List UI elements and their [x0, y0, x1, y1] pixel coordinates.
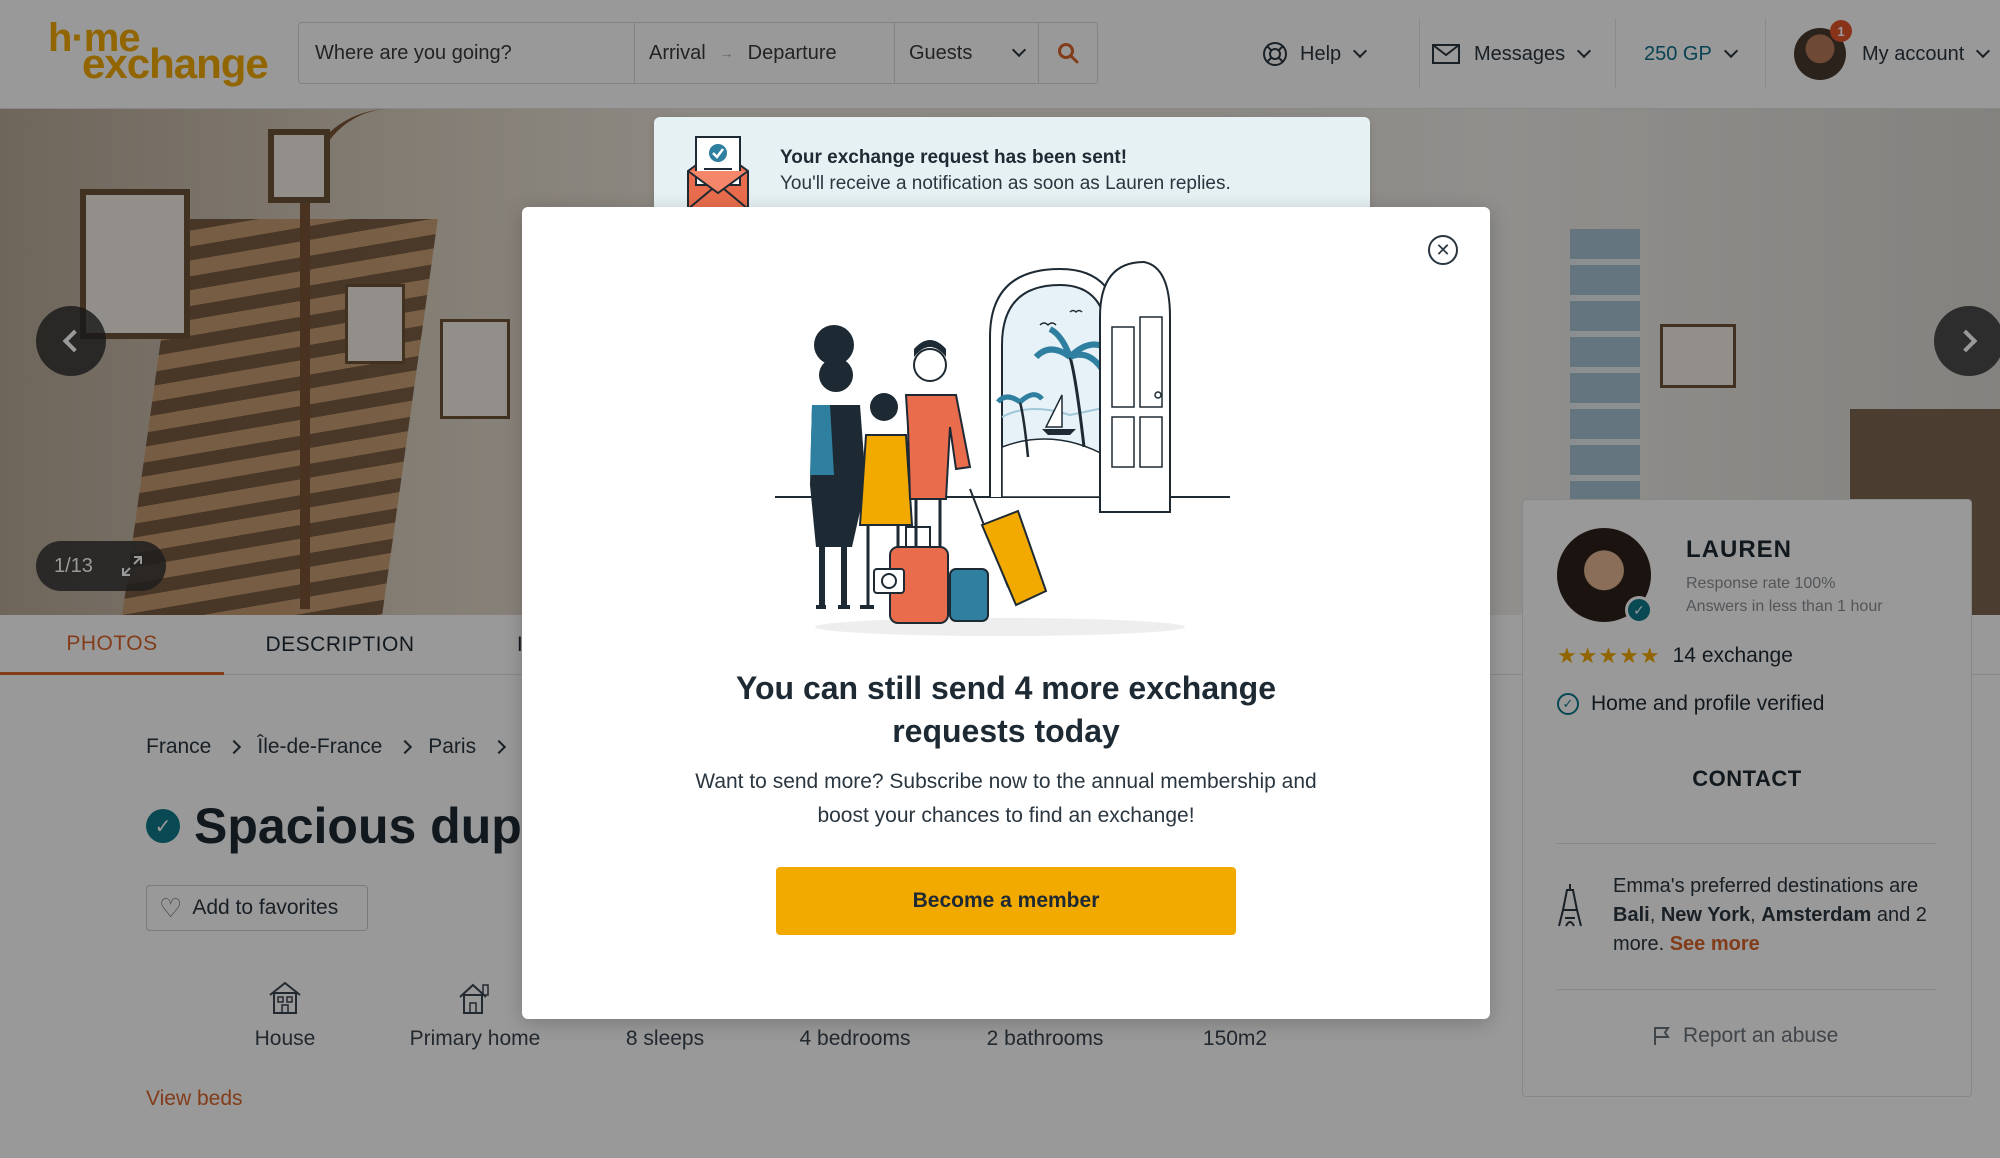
- modal-title: You can still send 4 more exchange reque…: [622, 667, 1390, 753]
- modal-body-line2: boost your chances to find an exchange!: [817, 804, 1195, 827]
- toast-body: You'll receive a notification as soon as…: [780, 173, 1231, 194]
- close-icon: ✕: [1435, 239, 1451, 260]
- modal-body-line1: Want to send more? Subscribe now to the …: [695, 770, 1317, 793]
- modal-title-line2: requests today: [892, 713, 1120, 749]
- envelope-icon: [687, 136, 749, 210]
- modal-body: Want to send more? Subscribe now to the …: [622, 765, 1390, 833]
- membership-modal: ✕ You can still send 4 more exchange req…: [522, 207, 1490, 1019]
- family-travel-illustration: [775, 260, 1230, 636]
- close-button[interactable]: ✕: [1428, 235, 1458, 265]
- toast-title: Your exchange request has been sent!: [780, 147, 1128, 168]
- become-member-button[interactable]: Become a member: [776, 867, 1236, 935]
- modal-title-line1: You can still send 4 more exchange: [735, 670, 1277, 706]
